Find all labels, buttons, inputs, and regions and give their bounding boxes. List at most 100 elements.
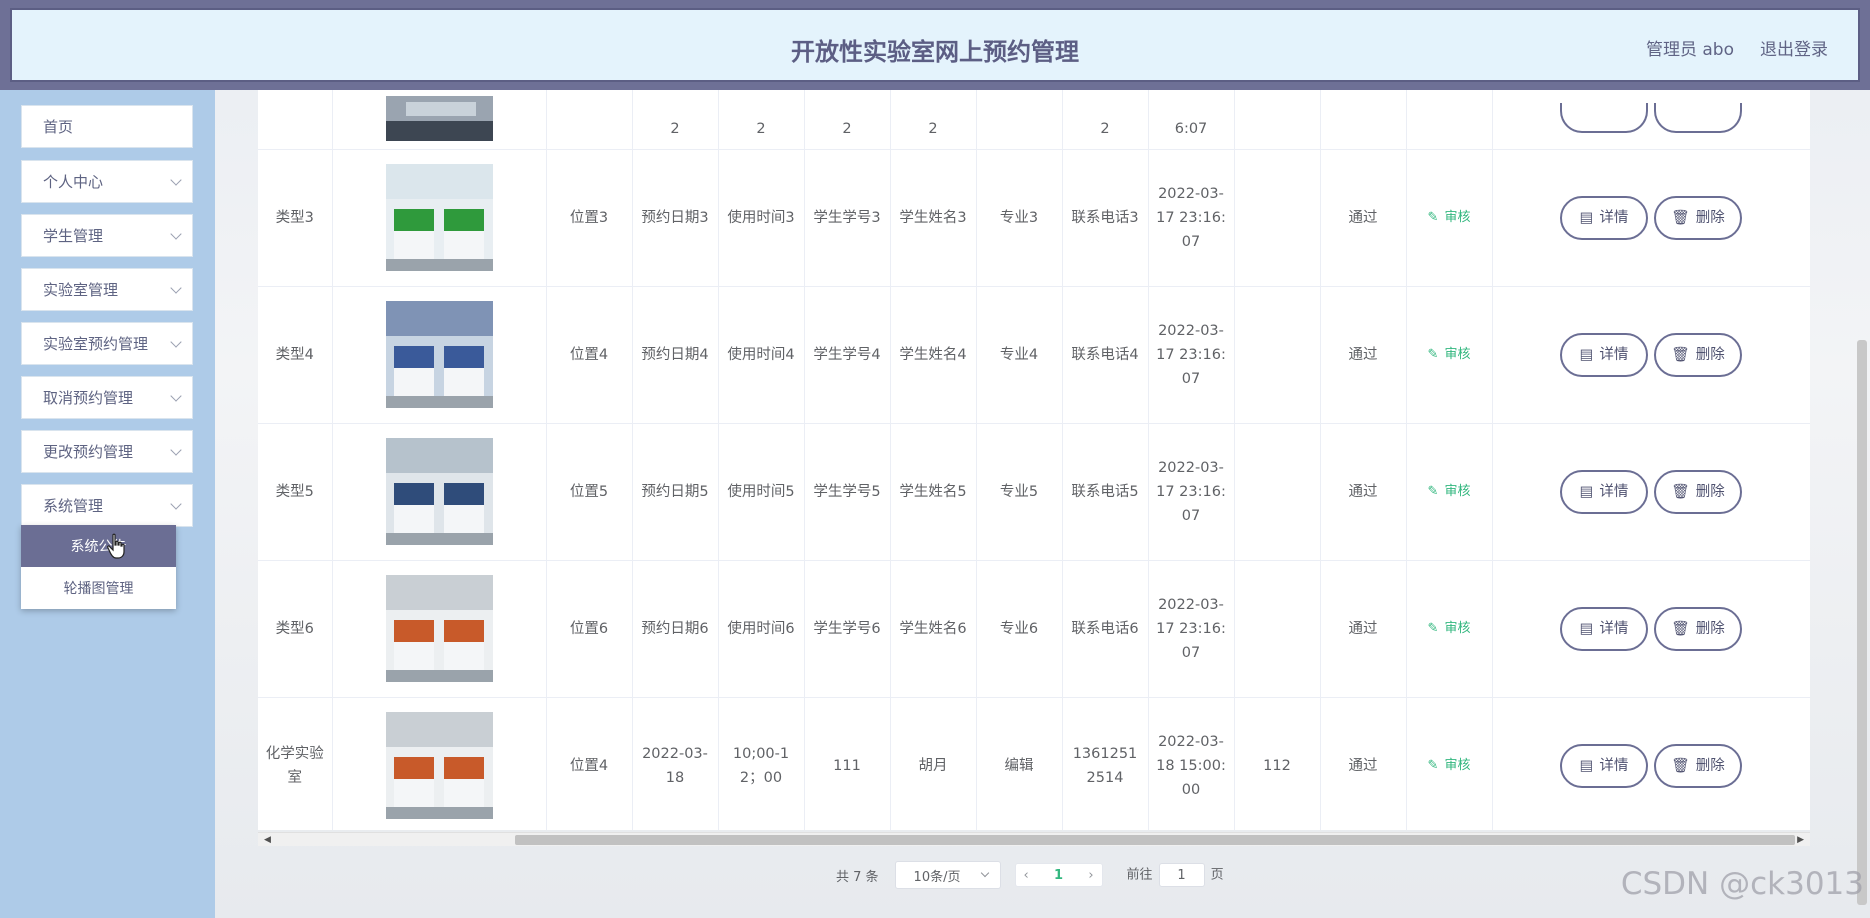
table-cell: 位置4	[546, 697, 633, 830]
lab-thumbnail[interactable]	[385, 712, 493, 819]
scroll-right-icon[interactable]: ▶	[1797, 835, 1804, 845]
chevron-down-icon	[170, 498, 182, 510]
table-cell: 2	[890, 90, 977, 150]
delete-button[interactable]: 🗑 删除	[1654, 195, 1742, 240]
table-cell: 2	[1062, 90, 1149, 150]
table-cell	[1406, 90, 1493, 150]
sidebar-item-label: 更改预约管理	[43, 443, 134, 461]
sidebar-item-system[interactable]: 系统管理	[21, 484, 193, 527]
sidebar-item-labs[interactable]: 实验室管理	[21, 268, 193, 311]
trash-icon: 🗑	[1671, 757, 1690, 774]
detail-button[interactable]: ▤ 详情	[1560, 606, 1648, 651]
table-cell: 13612512514	[1062, 697, 1149, 830]
table-cell: 10;00-12；00	[718, 697, 805, 830]
detail-button[interactable]: ▤ 详情	[1560, 195, 1648, 240]
chevron-down-icon	[170, 390, 182, 402]
lab-thumbnail[interactable]	[385, 438, 493, 545]
lab-thumbnail[interactable]	[385, 575, 493, 682]
table-cell: 联系电话6	[1062, 560, 1149, 698]
delete-label: 删除	[1695, 757, 1725, 774]
lab-thumbnail[interactable]	[385, 164, 493, 271]
booking-table: 2 2 2 2 2 6:07 类型3 位置3 预约日期3 使用时间3 学生学号3 学生姓名…	[258, 90, 1810, 830]
logout-link[interactable]: 退出登录	[1760, 35, 1828, 60]
goto-page-input[interactable]	[1158, 863, 1205, 887]
scroll-left-icon[interactable]: ◀	[264, 835, 271, 845]
table-cell: 2022-03-18	[632, 697, 719, 830]
actions-cell: ▤ 详情 🗑 删除	[1492, 149, 1810, 287]
horizontal-scrollbar[interactable]: ◀ ▶	[258, 832, 1810, 846]
table-cell	[1492, 90, 1810, 150]
detail-button[interactable]: ▤ 详情	[1560, 469, 1648, 514]
sidebar-item-label: 实验室管理	[43, 281, 119, 299]
delete-button[interactable]: 🗑 删除	[1654, 606, 1742, 651]
table-cell: 学生姓名5	[890, 423, 977, 561]
actions-cell: ▤ 详情 🗑 删除	[1492, 560, 1810, 698]
current-page[interactable]: 1	[1054, 868, 1063, 883]
lab-thumbnail[interactable]	[385, 95, 493, 141]
sidebar-item-lab-booking[interactable]: 实验室预约管理	[21, 322, 193, 365]
chevron-down-icon	[170, 282, 182, 294]
table-cell: 编辑	[976, 697, 1063, 830]
trash-icon: 🗑	[1671, 209, 1690, 226]
sidebar-item-personal-center[interactable]: 个人中心	[21, 160, 193, 203]
chevron-down-icon	[170, 336, 182, 348]
edit-icon: ✎	[1427, 484, 1439, 499]
pagination: 共 7 条 10条/页 ‹ 1 › 前往 页	[836, 860, 1224, 890]
delete-button[interactable]	[1654, 102, 1742, 133]
current-user[interactable]: 管理员 abo	[1646, 35, 1734, 60]
table-cell: 化学实验室	[258, 697, 333, 830]
page-size-value: 10条/页	[913, 869, 961, 885]
edit-icon: ✎	[1427, 621, 1439, 636]
actions-cell: ▤ 详情 🗑 删除	[1492, 423, 1810, 561]
table-cell: 预约日期5	[632, 423, 719, 561]
sidebar-item-change-booking[interactable]: 更改预约管理	[21, 430, 193, 473]
sidebar-item-label: 学生管理	[43, 227, 104, 245]
submenu-item-carousel[interactable]: 轮播图管理	[21, 567, 176, 609]
table-row: 2 2 2 2 2 6:07	[258, 90, 1810, 150]
detail-button[interactable]: ▤ 详情	[1560, 332, 1648, 377]
table-cell: 2022-03-17 23:16:07	[1148, 423, 1235, 561]
table-cell	[332, 90, 547, 150]
audit-link[interactable]: ✎ 审核	[1428, 206, 1471, 230]
vertical-scrollbar[interactable]	[1857, 340, 1867, 905]
chevron-down-icon	[170, 228, 182, 240]
sidebar-item-label: 首页	[43, 118, 74, 136]
table-row: 类型5 位置5 预约日期5 使用时间5 学生学号5 学生姓名5 专业5 联系电话5 2022-0…	[258, 423, 1810, 561]
sidebar-item-home[interactable]: 首页	[21, 105, 193, 148]
next-page-icon[interactable]: ›	[1088, 868, 1093, 883]
lab-thumbnail[interactable]	[385, 301, 493, 408]
submenu-item-announcement[interactable]: 系统公告	[21, 525, 176, 567]
detail-label: 详情	[1599, 483, 1629, 500]
trash-icon: 🗑	[1671, 620, 1690, 637]
audit-link[interactable]: ✎ 审核	[1428, 617, 1471, 641]
detail-button[interactable]: ▤ 详情	[1560, 743, 1648, 788]
prev-page-icon[interactable]: ‹	[1024, 868, 1029, 883]
edit-icon: ✎	[1427, 347, 1439, 362]
document-icon: ▤	[1579, 483, 1594, 500]
audit-link[interactable]: ✎ 审核	[1428, 754, 1471, 778]
table-cell: 专业4	[976, 286, 1063, 424]
sidebar-item-students[interactable]: 学生管理	[21, 214, 193, 257]
table-cell: 学生姓名6	[890, 560, 977, 698]
table-cell: 类型5	[258, 423, 333, 561]
table-cell: 通过	[1320, 697, 1407, 830]
hand-cursor-icon	[107, 533, 125, 559]
detail-label: 详情	[1599, 620, 1629, 637]
delete-button[interactable]: 🗑 删除	[1654, 332, 1742, 377]
scrollbar-thumb[interactable]	[515, 835, 1795, 845]
page-size-select[interactable]: 10条/页	[894, 861, 1001, 889]
sidebar: 首页 个人中心 学生管理 实验室管理 实验室预约管理 取消预约管理 更改预约管理…	[0, 90, 215, 918]
detail-button[interactable]	[1560, 102, 1648, 133]
sidebar-item-cancel-booking[interactable]: 取消预约管理	[21, 376, 193, 419]
delete-button[interactable]: 🗑 删除	[1654, 743, 1742, 788]
table-cell	[1234, 90, 1321, 150]
sidebar-item-label: 个人中心	[43, 173, 104, 191]
table-cell	[1234, 423, 1321, 561]
audit-label: 审核	[1444, 758, 1471, 773]
table-cell: 位置5	[546, 423, 633, 561]
table-cell: 2022-03-18 15:00:00	[1148, 697, 1235, 830]
delete-button[interactable]: 🗑 删除	[1654, 469, 1742, 514]
audit-link[interactable]: ✎ 审核	[1428, 343, 1471, 367]
table-cell: 使用时间5	[718, 423, 805, 561]
audit-link[interactable]: ✎ 审核	[1428, 480, 1471, 504]
